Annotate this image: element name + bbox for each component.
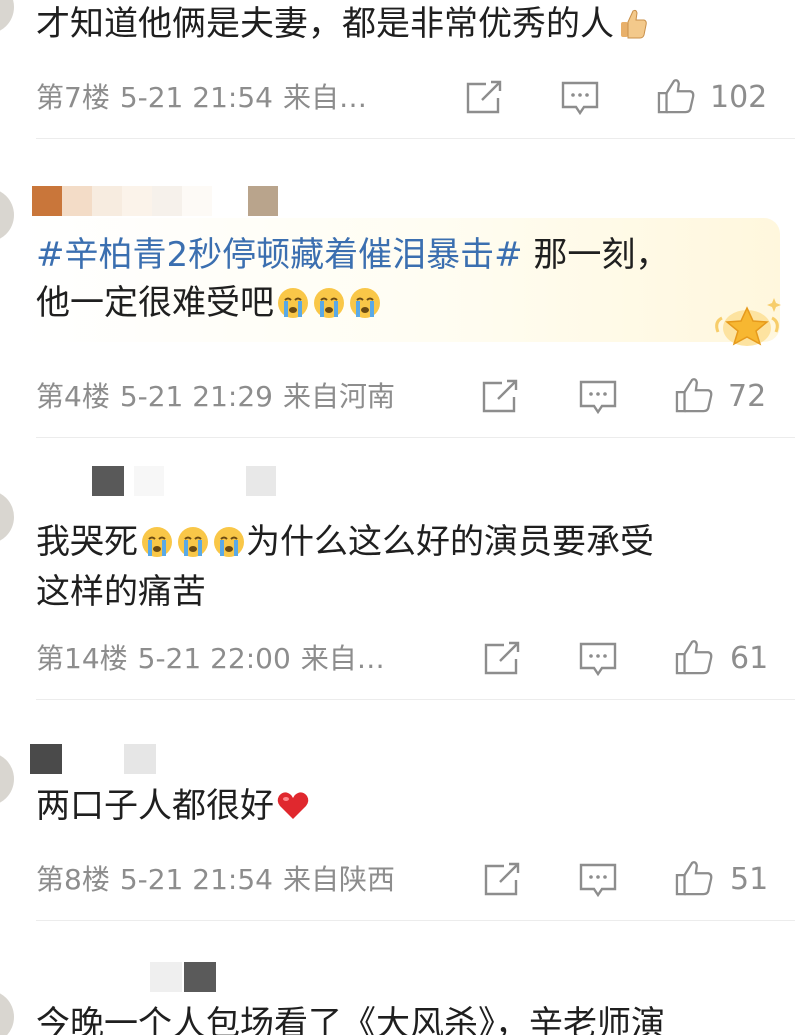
timestamp: 5-21 21:54 xyxy=(119,863,273,896)
comment-icon[interactable] xyxy=(560,80,600,116)
comment-body: 才知道他俩是夫妻，都是非常优秀的人 xyxy=(36,4,614,44)
floor-label: 第14楼 xyxy=(36,642,128,675)
comment-icon[interactable] xyxy=(578,862,618,898)
floor-label: 第4楼 xyxy=(36,380,110,413)
comment-body: 今晚一个人包场看了《大风杀》，辛老师演 xyxy=(36,1004,665,1035)
like-count: 72 xyxy=(728,379,767,414)
comment-body: 为什么这么好的演员要承受 xyxy=(246,522,654,562)
divider xyxy=(36,920,795,921)
crying-face-icon xyxy=(214,527,244,557)
avatar[interactable] xyxy=(0,752,14,806)
comment-body: 两口子人都很好 xyxy=(36,786,274,826)
comment-text-line2: 这样的痛苦 xyxy=(36,570,776,614)
comment-text: 我哭死 为什么这么好的演员要承受 xyxy=(36,520,776,564)
timestamp: 5-21 22:00 xyxy=(137,642,291,675)
crying-face-icon xyxy=(314,288,344,318)
comment-icon[interactable] xyxy=(578,641,618,677)
divider xyxy=(36,138,795,139)
timestamp: 5-21 21:54 xyxy=(119,81,273,114)
username-redacted[interactable] xyxy=(150,962,230,992)
crying-face-icon xyxy=(278,288,308,318)
comment-meta: 第8楼 5-21 21:54 来自陕西 xyxy=(36,862,405,898)
avatar[interactable] xyxy=(0,990,14,1035)
like-icon[interactable] xyxy=(674,860,714,896)
comment-text: 今晚一个人包场看了《大风杀》，辛老师演 xyxy=(36,1002,776,1035)
like-count: 102 xyxy=(710,80,768,115)
comment-body: 这样的痛苦 xyxy=(36,572,206,612)
thumbs-up-icon xyxy=(621,9,647,39)
comment-icon[interactable] xyxy=(578,379,618,415)
username-redacted[interactable] xyxy=(30,744,170,774)
avatar[interactable] xyxy=(0,490,14,544)
username-redacted[interactable] xyxy=(32,186,282,216)
like-icon[interactable] xyxy=(674,377,714,413)
comment-body: 他一定很难受吧 xyxy=(36,283,274,323)
crying-face-icon xyxy=(350,288,380,318)
timestamp: 5-21 21:29 xyxy=(119,380,273,413)
location: 来自… xyxy=(300,642,385,675)
comment-feed: 才知道他俩是夫妻，都是非常优秀的人 第7楼 5-21 21:54 来自… 102 xyxy=(0,0,795,1035)
crying-face-icon xyxy=(142,527,172,557)
star-badge-icon xyxy=(715,298,781,346)
location: 来自… xyxy=(282,81,367,114)
like-icon[interactable] xyxy=(656,78,696,114)
floor-label: 第8楼 xyxy=(36,863,110,896)
like-count: 51 xyxy=(730,862,769,897)
comment-text: 两口子人都很好 xyxy=(36,784,776,828)
comment-text: #辛柏青2秒停顿藏着催泪暴击# 那一刻， xyxy=(36,233,776,277)
username-redacted[interactable] xyxy=(90,466,290,496)
avatar[interactable] xyxy=(0,188,14,242)
like-icon[interactable] xyxy=(674,639,714,675)
comment-body: 那一刻， xyxy=(522,235,670,275)
avatar[interactable] xyxy=(0,0,14,34)
hashtag-link[interactable]: #辛柏青2秒停顿藏着催泪暴击# xyxy=(36,235,523,275)
share-icon[interactable] xyxy=(464,80,504,116)
like-count: 61 xyxy=(730,641,769,676)
location: 来自河南 xyxy=(282,380,395,413)
crying-face-icon xyxy=(178,527,208,557)
share-icon[interactable] xyxy=(482,862,522,898)
comment-body: 我哭死 xyxy=(36,522,138,562)
comment-text-line2: 他一定很难受吧 xyxy=(36,281,776,325)
comment-text: 才知道他俩是夫妻，都是非常优秀的人 xyxy=(36,2,776,46)
divider xyxy=(36,699,795,700)
divider xyxy=(36,437,795,438)
share-icon[interactable] xyxy=(480,379,520,415)
location: 来自陕西 xyxy=(282,863,395,896)
comment-meta: 第4楼 5-21 21:29 来自河南 xyxy=(36,379,405,415)
share-icon[interactable] xyxy=(482,641,522,677)
comment-meta: 第7楼 5-21 21:54 来自… xyxy=(36,80,377,116)
comment-meta: 第14楼 5-21 22:00 来自… xyxy=(36,641,395,677)
red-heart-icon xyxy=(277,792,309,819)
floor-label: 第7楼 xyxy=(36,81,110,114)
